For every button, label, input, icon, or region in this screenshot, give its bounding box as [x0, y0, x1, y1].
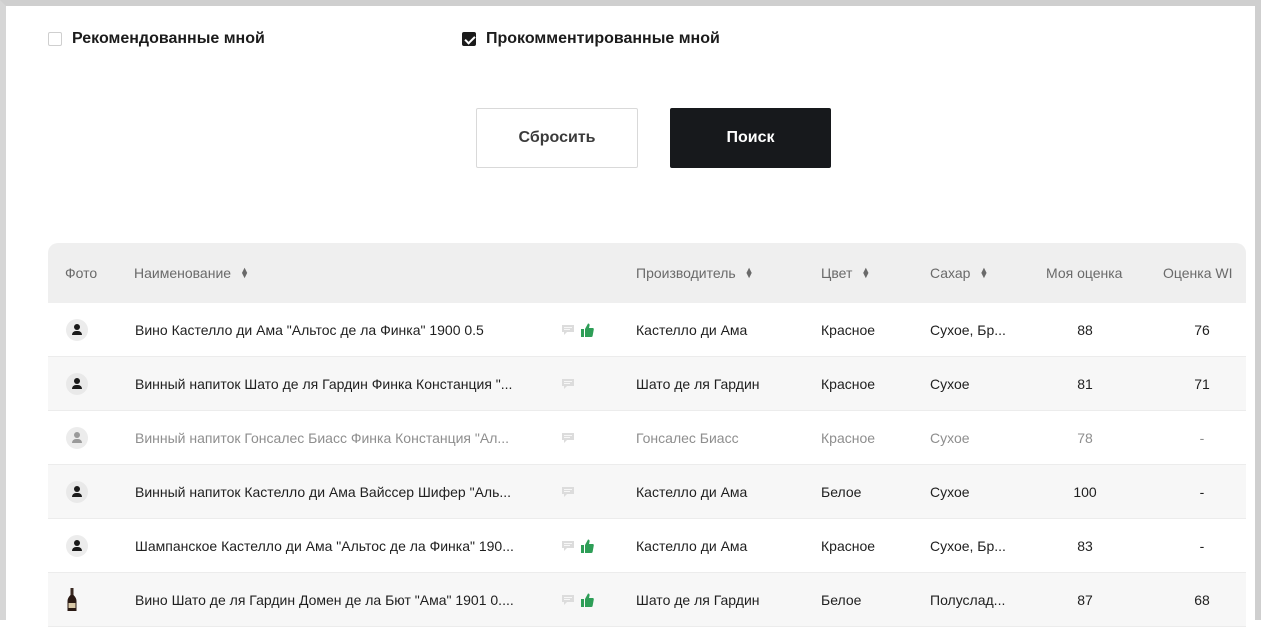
recommended-label: Рекомендованные мной: [72, 30, 265, 47]
row-icons: [561, 519, 594, 572]
my-rating-cell: 83: [1077, 537, 1093, 554]
avatar-icon: [66, 534, 88, 557]
photo-cell: [66, 573, 78, 626]
table-row[interactable]: Вино Кастелло ди Ама "Альтос де ла Финка…: [48, 303, 1246, 357]
row-icons: [561, 573, 594, 626]
comment-icon[interactable]: [561, 324, 575, 336]
wine-bottle-icon: [67, 587, 77, 611]
sugar-cell: Сухое, Бр...: [930, 537, 1006, 554]
photo-cell: [66, 357, 88, 410]
wine-name[interactable]: Винный напиток Кастелло ди Ама Вайссер Ш…: [135, 465, 511, 518]
sort-icon[interactable]: ▲ ▼: [240, 266, 249, 280]
table-row[interactable]: Винный напиток Гонсалес Биасс Финка Конс…: [48, 411, 1246, 465]
avatar-icon: [66, 318, 88, 341]
photo-cell: [66, 519, 88, 572]
header-sugar[interactable]: Сахар ▲ ▼: [930, 243, 988, 303]
header-photo: Фото: [65, 265, 98, 281]
commented-checkbox[interactable]: [462, 32, 476, 46]
wine-name[interactable]: Вино Кастелло ди Ама "Альтос де ла Финка…: [135, 303, 484, 356]
wi-rating-cell: -: [1199, 483, 1205, 500]
header-name[interactable]: Наименование ▲ ▼: [134, 243, 249, 303]
color-cell: Красное: [821, 429, 876, 446]
producer-cell: Шато де ля Гардин: [636, 591, 760, 608]
color-cell: Красное: [821, 375, 876, 392]
commented-filter[interactable]: Прокомментированные мной: [462, 30, 720, 48]
wine-name[interactable]: Шампанское Кастелло ди Ама "Альтос де ла…: [135, 519, 514, 572]
my-rating-cell: 78: [1077, 429, 1093, 446]
commented-label: Прокомментированные мной: [486, 30, 720, 47]
my-rating-cell: 81: [1077, 375, 1093, 392]
reset-button[interactable]: Сбросить: [476, 108, 638, 168]
table-row[interactable]: Вино Шато де ля Гардин Домен де ла Бют "…: [48, 573, 1246, 627]
sugar-cell: Полуслад...: [930, 591, 1006, 608]
my-rating-cell: 100: [1073, 483, 1097, 500]
wi-rating-cell: 71: [1194, 375, 1210, 392]
photo-cell: [66, 411, 88, 464]
filters-bar: Рекомендованные мной Прокомментированные…: [48, 30, 1248, 52]
producer-cell: Шато де ля Гардин: [636, 375, 760, 392]
wi-rating-cell: -: [1199, 429, 1205, 446]
table-header: Фото Наименование ▲ ▼ Производитель ▲ ▼ Цв…: [48, 243, 1246, 303]
wine-name[interactable]: Вино Шато де ля Гардин Домен де ла Бют "…: [135, 573, 514, 626]
wi-rating-cell: 76: [1194, 321, 1210, 338]
photo-cell: [66, 465, 88, 518]
sugar-cell: Сухое: [930, 375, 970, 392]
sort-icon[interactable]: ▲ ▼: [745, 266, 754, 280]
my-rating-cell: 88: [1077, 321, 1093, 338]
recommended-checkbox[interactable]: [48, 32, 62, 46]
comment-icon[interactable]: [561, 432, 575, 444]
table-row[interactable]: Винный напиток Шато де ля Гардин Финка К…: [48, 357, 1246, 411]
sort-icon[interactable]: ▲ ▼: [861, 266, 870, 280]
wine-name[interactable]: Винный напиток Гонсалес Биасс Финка Конс…: [135, 411, 509, 464]
table-row[interactable]: Винный напиток Кастелло ди Ама Вайссер Ш…: [48, 465, 1246, 519]
photo-cell: [66, 303, 88, 356]
row-icons: [561, 303, 594, 356]
thumbs-up-icon[interactable]: [581, 323, 594, 337]
sugar-cell: Сухое: [930, 483, 970, 500]
wi-rating-cell: 68: [1194, 591, 1210, 608]
producer-cell: Кастелло ди Ама: [636, 537, 748, 554]
sugar-cell: Сухое, Бр...: [930, 321, 1006, 338]
thumbs-up-icon[interactable]: [581, 593, 594, 607]
table-row[interactable]: Шампанское Кастелло ди Ама "Альтос де ла…: [48, 519, 1246, 573]
thumbs-up-icon[interactable]: [581, 539, 594, 553]
header-color[interactable]: Цвет ▲ ▼: [821, 243, 870, 303]
color-cell: Белое: [821, 483, 862, 500]
avatar-icon: [66, 426, 88, 449]
avatar-icon: [66, 372, 88, 395]
sort-icon[interactable]: ▲ ▼: [979, 266, 988, 280]
producer-cell: Кастелло ди Ама: [636, 321, 748, 338]
header-producer[interactable]: Производитель ▲ ▼: [636, 243, 754, 303]
comment-icon[interactable]: [561, 486, 575, 498]
table-body: Вино Кастелло ди Ама "Альтос де ла Финка…: [48, 303, 1246, 627]
comment-icon[interactable]: [561, 378, 575, 390]
wi-rating-cell: -: [1199, 537, 1205, 554]
color-cell: Красное: [821, 537, 876, 554]
row-icons: [561, 357, 575, 410]
my-rating-cell: 87: [1077, 591, 1093, 608]
comment-icon[interactable]: [561, 540, 575, 552]
avatar-icon: [66, 480, 88, 503]
recommended-filter[interactable]: Рекомендованные мной: [48, 30, 265, 48]
search-button[interactable]: Поиск: [670, 108, 831, 168]
header-wi-rating: Оценка WI: [1163, 265, 1233, 281]
wine-name[interactable]: Винный напиток Шато де ля Гардин Финка К…: [135, 357, 512, 410]
comment-icon[interactable]: [561, 594, 575, 606]
color-cell: Белое: [821, 591, 862, 608]
color-cell: Красное: [821, 321, 876, 338]
producer-cell: Гонсалес Биасс: [636, 429, 739, 446]
row-icons: [561, 411, 575, 464]
header-my-rating: Моя оценка: [1046, 265, 1123, 281]
row-icons: [561, 465, 575, 518]
sugar-cell: Сухое: [930, 429, 970, 446]
wines-table: Фото Наименование ▲ ▼ Производитель ▲ ▼ Цв…: [48, 243, 1246, 627]
producer-cell: Кастелло ди Ама: [636, 483, 748, 500]
